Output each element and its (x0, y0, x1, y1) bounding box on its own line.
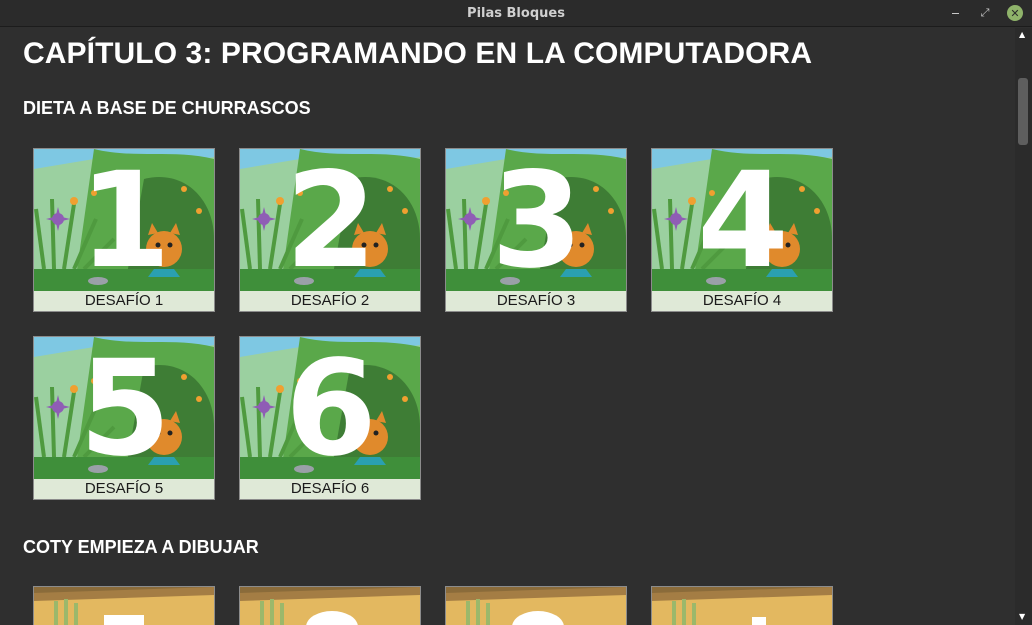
scroll-down-icon[interactable]: ▼ (1019, 612, 1025, 621)
maximize-icon: ⤢ (980, 6, 990, 19)
window-title: Pilas Bloques (467, 6, 565, 21)
challenge-label: DESAFÍO 5 (34, 479, 214, 499)
challenge-label: DESAFÍO 3 (446, 291, 626, 311)
coty-challenge-card-3[interactable] (445, 586, 627, 625)
challenge-label: DESAFÍO 2 (240, 291, 420, 311)
coty-card-art (446, 587, 626, 625)
challenge-card-4[interactable]: 4 DESAFÍO 4 (651, 148, 833, 312)
window-titlebar: Pilas Bloques ⤢ ✕ (0, 0, 1032, 27)
challenge-label: DESAFÍO 1 (34, 291, 214, 311)
chapter-title: CAPÍTULO 3: PROGRAMANDO EN LA COMPUTADOR… (23, 37, 813, 70)
challenge-number: 3 (491, 148, 583, 298)
challenge-label: DESAFÍO 4 (652, 291, 832, 311)
maximize-button[interactable]: ⤢ (977, 5, 993, 21)
challenge-card-5[interactable]: 5 DESAFÍO 5 (33, 336, 215, 500)
scroll-up-icon[interactable]: ▲ (1019, 30, 1025, 39)
vertical-scrollbar[interactable]: ▲ ▼ (1015, 28, 1032, 625)
challenge-label: DESAFÍO 6 (240, 479, 420, 499)
challenge-card-1[interactable]: 1 DESAFÍO 1 (33, 148, 215, 312)
challenge-card-2[interactable]: 2 DESAFÍO 2 (239, 148, 421, 312)
challenge-number: 5 (79, 336, 171, 486)
section-title-coty: COTY EMPIEZA A DIBUJAR (23, 537, 259, 557)
minimize-icon (951, 12, 959, 14)
challenge-list: CAPÍTULO 3: PROGRAMANDO EN LA COMPUTADOR… (0, 28, 1015, 625)
challenge-number: 6 (285, 336, 377, 486)
close-button[interactable]: ✕ (1007, 5, 1023, 21)
coty-card-art (652, 587, 832, 625)
coty-challenge-card-2[interactable] (239, 586, 421, 625)
coty-card-art (240, 587, 420, 625)
challenge-card-3[interactable]: 3 DESAFÍO 3 (445, 148, 627, 312)
section-title-dieta: DIETA A BASE DE CHURRASCOS (23, 98, 311, 118)
challenge-number: 2 (285, 148, 377, 298)
coty-card-art (34, 587, 214, 625)
coty-challenge-card-4[interactable] (651, 586, 833, 625)
challenge-number: 4 (697, 148, 789, 298)
scrollbar-thumb[interactable] (1018, 78, 1028, 145)
challenge-card-6[interactable]: 6 DESAFÍO 6 (239, 336, 421, 500)
coty-challenge-card-1[interactable] (33, 586, 215, 625)
minimize-button[interactable] (947, 5, 963, 21)
close-icon: ✕ (1010, 6, 1020, 20)
challenge-number: 1 (79, 148, 171, 298)
